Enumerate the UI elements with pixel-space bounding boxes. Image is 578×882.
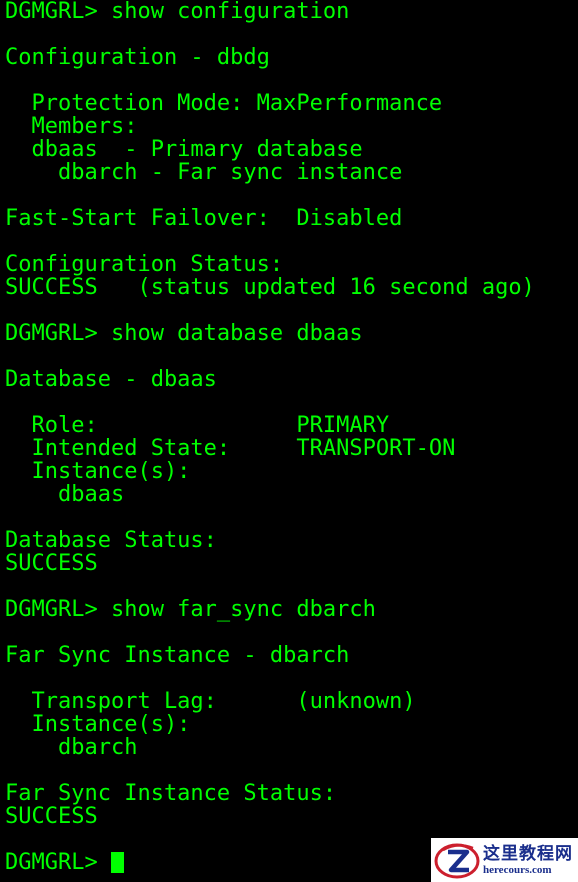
terminal-line: Intended State: TRANSPORT-ON [5, 437, 575, 460]
watermark-en-text: herecours.com [483, 864, 552, 876]
terminal-line-text: Intended State: TRANSPORT-ON [5, 436, 456, 461]
terminal-line-text: Members: [5, 114, 138, 139]
terminal-line: SUCCESS [5, 805, 575, 828]
terminal-line: Far Sync Instance Status: [5, 782, 575, 805]
terminal-line: Transport Lag: (unknown) [5, 690, 575, 713]
terminal-line-text: Transport Lag: (unknown) [5, 689, 416, 714]
terminal-line-text: DGMGRL> show far_sync dbarch [5, 597, 376, 622]
z-globe-logo-icon [434, 843, 480, 879]
terminal-line: dbarch - Far sync instance [5, 161, 575, 184]
terminal-line: DGMGRL> show far_sync dbarch [5, 598, 575, 621]
watermark: 这里教程网 herecours.com [431, 838, 578, 882]
terminal-line-text: Protection Mode: MaxPerformance [5, 91, 443, 116]
terminal-output[interactable]: DGMGRL> show configuration Configuration … [5, 0, 575, 882]
terminal-line-text: Fast-Start Failover: Disabled [5, 206, 403, 231]
terminal-line: Members: [5, 115, 575, 138]
terminal-line-text: SUCCESS [5, 804, 98, 829]
terminal-line: DGMGRL> show configuration [5, 0, 575, 23]
watermark-cn-text: 这里教程网 [483, 844, 573, 864]
terminal-line-text: DGMGRL> show configuration [5, 0, 350, 24]
terminal-line: SUCCESS (status updated 16 second ago) [5, 276, 575, 299]
terminal-line: dbaas - Primary database [5, 138, 575, 161]
terminal-cursor [110, 852, 124, 873]
terminal-line-text: Database - dbaas [5, 367, 217, 392]
terminal-line-text: SUCCESS (status updated 16 second ago) [5, 275, 535, 300]
terminal-line: SUCCESS [5, 552, 575, 575]
terminal-line: Configuration Status: [5, 253, 575, 276]
terminal-line: dbaas [5, 483, 575, 506]
terminal-line: dbarch [5, 736, 575, 759]
terminal-line: Database Status: [5, 529, 575, 552]
terminal-line: DGMGRL> show database dbaas [5, 322, 575, 345]
terminal-line-text: dbaas [5, 482, 125, 507]
terminal-line: Fast-Start Failover: Disabled [5, 207, 575, 230]
terminal-line-text: SUCCESS [5, 551, 98, 576]
terminal-line: Instance(s): [5, 460, 575, 483]
terminal-line: Role: PRIMARY [5, 414, 575, 437]
terminal-line: Protection Mode: MaxPerformance [5, 92, 575, 115]
terminal-line-text: Configuration - dbdg [5, 45, 270, 70]
terminal-line-text: Instance(s): [5, 459, 191, 484]
terminal-line-text: Role: PRIMARY [5, 413, 390, 438]
terminal-line-text: Database Status: [5, 528, 217, 553]
terminal-line: Far Sync Instance - dbarch [5, 644, 575, 667]
terminal-line-text: Configuration Status: [5, 252, 284, 277]
terminal-line-text: dbarch [5, 735, 138, 760]
terminal-line-text: dbaas - Primary database [5, 137, 363, 162]
terminal-line: Database - dbaas [5, 368, 575, 391]
terminal-line-text: dbarch - Far sync instance [5, 160, 403, 185]
terminal-line-text: DGMGRL> [5, 850, 111, 875]
terminal-line-text: DGMGRL> show database dbaas [5, 321, 363, 346]
terminal-line: Instance(s): [5, 713, 575, 736]
terminal-line-text: Far Sync Instance - dbarch [5, 643, 350, 668]
terminal-line-text: Instance(s): [5, 712, 191, 737]
terminal-line-text: Far Sync Instance Status: [5, 781, 337, 806]
terminal-line: Configuration - dbdg [5, 46, 575, 69]
